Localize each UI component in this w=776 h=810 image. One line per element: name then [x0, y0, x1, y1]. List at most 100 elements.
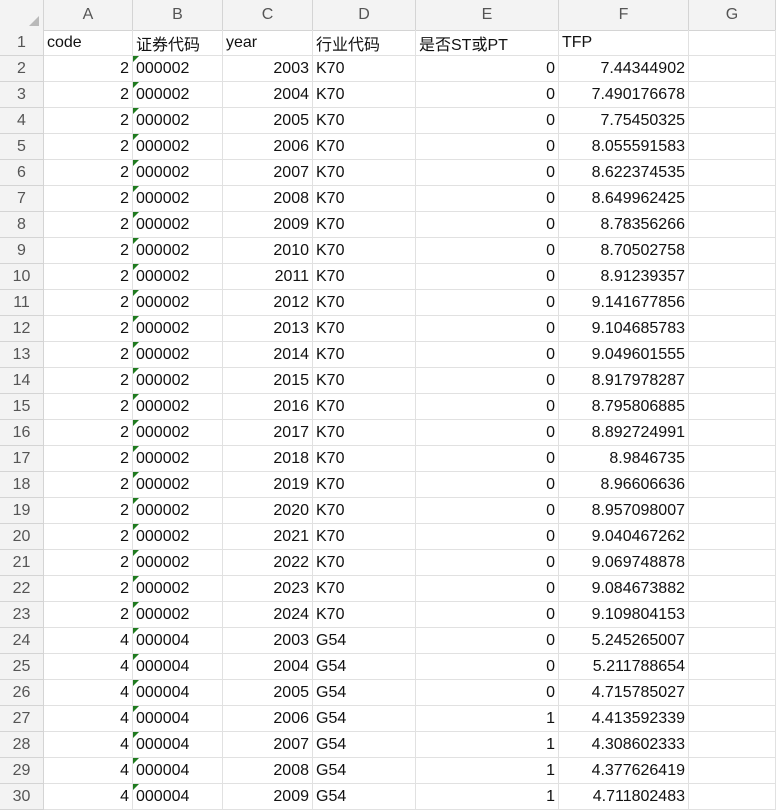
- cell-code[interactable]: 2: [44, 524, 133, 550]
- row-number[interactable]: 8: [0, 212, 44, 238]
- cell-st-flag[interactable]: 0: [416, 550, 559, 576]
- cell-year[interactable]: 2006: [223, 706, 313, 732]
- cell-tfp[interactable]: 4.413592339: [559, 706, 689, 732]
- cell-industry-code[interactable]: K70: [313, 498, 416, 524]
- cell-st-flag[interactable]: 0: [416, 446, 559, 472]
- cell-st-flag[interactable]: 0: [416, 680, 559, 706]
- cell-code[interactable]: 2: [44, 264, 133, 290]
- cell-stock-code[interactable]: 000002: [133, 82, 223, 108]
- cell-code[interactable]: 2: [44, 134, 133, 160]
- cell-stock-code[interactable]: 000002: [133, 446, 223, 472]
- row-number[interactable]: 27: [0, 706, 44, 732]
- cell-tfp[interactable]: 4.377626419: [559, 758, 689, 784]
- row-number[interactable]: 3: [0, 82, 44, 108]
- cell-stock-code[interactable]: 000002: [133, 290, 223, 316]
- cell-empty[interactable]: [689, 212, 776, 238]
- cell-tfp[interactable]: 5.245265007: [559, 628, 689, 654]
- select-all-triangle-icon[interactable]: [29, 16, 39, 26]
- cell-tfp[interactable]: 8.70502758: [559, 238, 689, 264]
- cell-tfp[interactable]: 9.141677856: [559, 290, 689, 316]
- cell-empty[interactable]: [689, 108, 776, 134]
- cell-tfp[interactable]: 8.622374535: [559, 160, 689, 186]
- cell-industry-code[interactable]: K70: [313, 212, 416, 238]
- cell-year[interactable]: 2004: [223, 654, 313, 680]
- cell-st-flag[interactable]: 0: [416, 576, 559, 602]
- cell-tfp[interactable]: 8.957098007: [559, 498, 689, 524]
- cell-st-flag[interactable]: 0: [416, 212, 559, 238]
- cell-code[interactable]: 2: [44, 342, 133, 368]
- cell-tfp[interactable]: 9.069748878: [559, 550, 689, 576]
- cell-stock-code[interactable]: 000004: [133, 758, 223, 784]
- cell-year[interactable]: 2019: [223, 472, 313, 498]
- cell-empty[interactable]: [689, 758, 776, 784]
- cell-stock-code[interactable]: 000002: [133, 160, 223, 186]
- cell-stock-code[interactable]: 000002: [133, 420, 223, 446]
- cell-industry-code[interactable]: K70: [313, 160, 416, 186]
- cell-code[interactable]: 2: [44, 446, 133, 472]
- column-header-d[interactable]: D: [313, 0, 416, 30]
- cell-code[interactable]: 2: [44, 186, 133, 212]
- cell-empty[interactable]: [689, 654, 776, 680]
- cell-tfp[interactable]: 7.490176678: [559, 82, 689, 108]
- cell-tfp[interactable]: 4.711802483: [559, 784, 689, 810]
- cell-year[interactable]: 2009: [223, 784, 313, 810]
- cell-d1[interactable]: 行业代码: [313, 30, 416, 56]
- cell-industry-code[interactable]: K70: [313, 394, 416, 420]
- cell-year[interactable]: 2011: [223, 264, 313, 290]
- row-number[interactable]: 9: [0, 238, 44, 264]
- cell-f1[interactable]: TFP: [559, 30, 689, 56]
- row-number[interactable]: 7: [0, 186, 44, 212]
- row-number[interactable]: 15: [0, 394, 44, 420]
- cell-industry-code[interactable]: G54: [313, 680, 416, 706]
- cell-year[interactable]: 2010: [223, 238, 313, 264]
- cell-year[interactable]: 2007: [223, 732, 313, 758]
- cell-code[interactable]: 4: [44, 628, 133, 654]
- cell-stock-code[interactable]: 000002: [133, 238, 223, 264]
- row-number[interactable]: 11: [0, 290, 44, 316]
- cell-year[interactable]: 2004: [223, 82, 313, 108]
- cell-st-flag[interactable]: 1: [416, 784, 559, 810]
- cell-empty[interactable]: [689, 238, 776, 264]
- cell-empty[interactable]: [689, 628, 776, 654]
- cell-empty[interactable]: [689, 82, 776, 108]
- cell-st-flag[interactable]: 1: [416, 758, 559, 784]
- row-number[interactable]: 4: [0, 108, 44, 134]
- cell-st-flag[interactable]: 0: [416, 654, 559, 680]
- cell-year[interactable]: 2016: [223, 394, 313, 420]
- cell-tfp[interactable]: 4.308602333: [559, 732, 689, 758]
- cell-stock-code[interactable]: 000002: [133, 316, 223, 342]
- cell-st-flag[interactable]: 0: [416, 160, 559, 186]
- row-number[interactable]: 20: [0, 524, 44, 550]
- cell-empty[interactable]: [689, 732, 776, 758]
- cell-code[interactable]: 2: [44, 498, 133, 524]
- cell-code[interactable]: 2: [44, 576, 133, 602]
- cell-stock-code[interactable]: 000002: [133, 186, 223, 212]
- cell-empty[interactable]: [689, 706, 776, 732]
- cell-year[interactable]: 2008: [223, 758, 313, 784]
- cell-year[interactable]: 2018: [223, 446, 313, 472]
- cell-st-flag[interactable]: 0: [416, 628, 559, 654]
- cell-stock-code[interactable]: 000002: [133, 602, 223, 628]
- row-number[interactable]: 23: [0, 602, 44, 628]
- cell-industry-code[interactable]: K70: [313, 342, 416, 368]
- cell-industry-code[interactable]: K70: [313, 134, 416, 160]
- cell-st-flag[interactable]: 0: [416, 368, 559, 394]
- cell-tfp[interactable]: 8.892724991: [559, 420, 689, 446]
- column-header-b[interactable]: B: [133, 0, 223, 30]
- cell-st-flag[interactable]: 0: [416, 290, 559, 316]
- cell-st-flag[interactable]: 0: [416, 82, 559, 108]
- row-number[interactable]: 24: [0, 628, 44, 654]
- cell-code[interactable]: 2: [44, 82, 133, 108]
- cell-tfp[interactable]: 9.049601555: [559, 342, 689, 368]
- row-number[interactable]: 1: [0, 30, 44, 56]
- cell-empty[interactable]: [689, 550, 776, 576]
- cell-industry-code[interactable]: G54: [313, 758, 416, 784]
- cell-st-flag[interactable]: 0: [416, 524, 559, 550]
- cell-st-flag[interactable]: 1: [416, 706, 559, 732]
- cell-tfp[interactable]: 8.96606636: [559, 472, 689, 498]
- cell-tfp[interactable]: 5.211788654: [559, 654, 689, 680]
- cell-code[interactable]: 2: [44, 290, 133, 316]
- cell-tfp[interactable]: 9.040467262: [559, 524, 689, 550]
- cell-year[interactable]: 2008: [223, 186, 313, 212]
- cell-tfp[interactable]: 8.78356266: [559, 212, 689, 238]
